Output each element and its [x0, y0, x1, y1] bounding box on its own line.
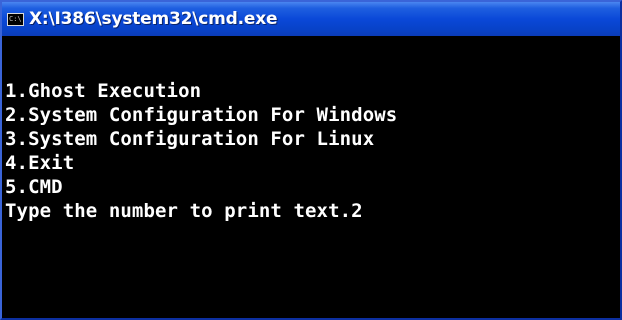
console-output: 1.Ghost Execution 2.System Configuration…: [5, 79, 397, 223]
menu-option-windows-config: 2.System Configuration For Windows: [5, 104, 398, 126]
console-area[interactable]: 1.Ghost Execution 2.System Configuration…: [2, 36, 620, 318]
title-bar[interactable]: C:\ X:\I386\system32\cmd.exe: [2, 2, 620, 36]
menu-option-cmd: 5.CMD: [5, 176, 63, 198]
menu-option-ghost-execution: 1.Ghost Execution: [5, 80, 202, 102]
menu-option-exit: 4.Exit: [5, 152, 75, 174]
command-prompt-input[interactable]: Type the number to print text.2: [5, 199, 397, 223]
cmd-window: C:\ X:\I386\system32\cmd.exe 1.Ghost Exe…: [0, 0, 622, 320]
cmd-icon[interactable]: C:\: [7, 13, 24, 26]
window-title: X:\I386\system32\cmd.exe: [29, 9, 278, 29]
menu-option-linux-config: 3.System Configuration For Linux: [5, 128, 375, 150]
